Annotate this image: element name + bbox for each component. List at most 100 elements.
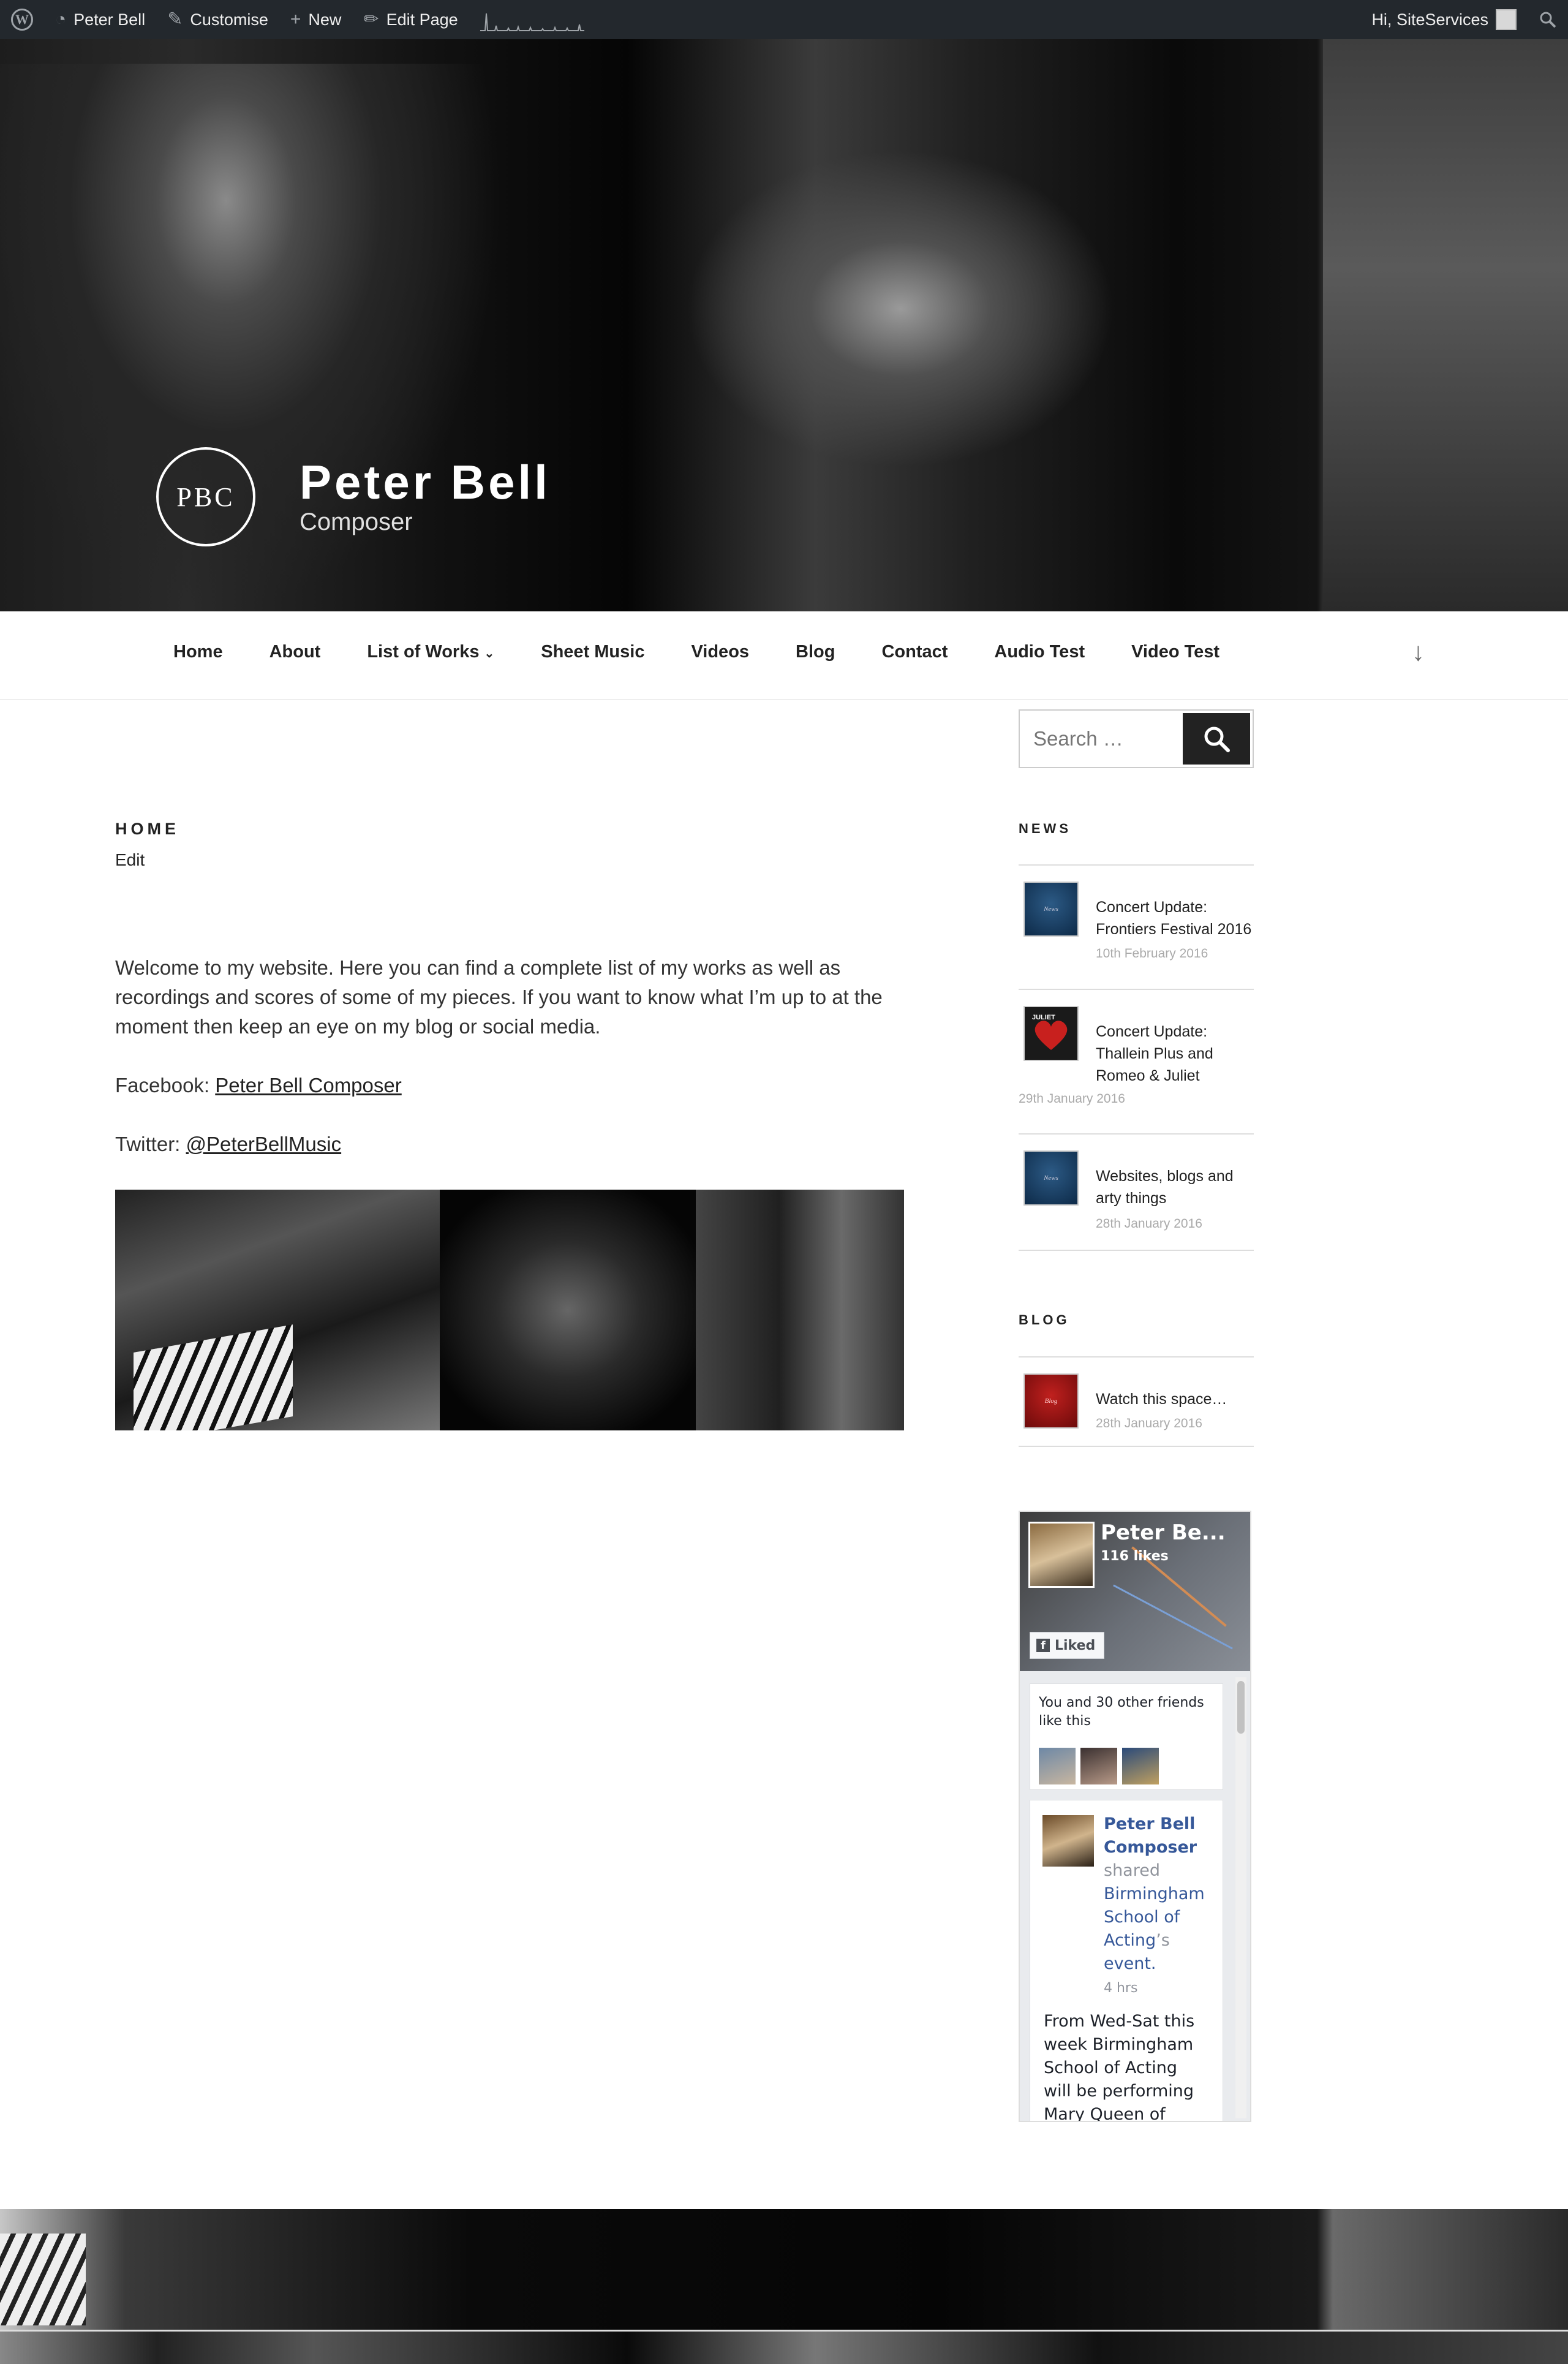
facebook-scrollbar[interactable]: [1235, 1677, 1246, 2118]
site-title[interactable]: Peter Bell: [300, 458, 551, 506]
facebook-friends-text: You and 30 other friends like this: [1039, 1695, 1204, 1729]
nav-item-video-test[interactable]: Video Test: [1108, 642, 1243, 662]
friend-avatar[interactable]: [1039, 1748, 1076, 1784]
gallery-photo-piano[interactable]: [115, 1190, 440, 1430]
facebook-liked-label: Liked: [1055, 1637, 1096, 1653]
friend-avatar[interactable]: [1080, 1748, 1117, 1784]
avatar: [1496, 9, 1517, 30]
blog-thumbnail[interactable]: Blog: [1023, 1373, 1079, 1429]
admin-search[interactable]: [1528, 0, 1568, 39]
news-item-title[interactable]: Concert Update: Thallein Plus and Romeo …: [1096, 1021, 1253, 1087]
wordpress-logo-icon: W: [11, 9, 33, 31]
facebook-liked-button[interactable]: f Liked: [1030, 1632, 1105, 1659]
twitter-label: Twitter:: [115, 1133, 181, 1155]
stats-sparkline-icon: [480, 13, 584, 31]
nav-item-audio-test[interactable]: Audio Test: [971, 642, 1108, 662]
gallery-photo-conductor[interactable]: [696, 1190, 904, 1430]
plus-icon: +: [290, 9, 301, 29]
admin-edit-page[interactable]: ✏ Edit Page: [352, 0, 469, 39]
nav-item-videos[interactable]: Videos: [668, 642, 772, 662]
blog-item-date: 28th January 2016: [1096, 1416, 1202, 1430]
photo-gallery: [115, 1190, 904, 1430]
search-icon: [1204, 727, 1230, 752]
facebook-post-suffix: ’s: [1156, 1931, 1170, 1950]
admin-new[interactable]: + New: [279, 0, 353, 39]
admin-stats[interactable]: [469, 0, 595, 39]
facebook-link[interactable]: Peter Bell Composer: [215, 1074, 401, 1097]
scroll-down-arrow-icon[interactable]: ↓: [1412, 637, 1425, 667]
main-navigation: Home About List of Works ⌄ Sheet Music Vi…: [0, 611, 1568, 700]
news-item-title[interactable]: Concert Update: Frontiers Festival 2016: [1096, 896, 1253, 940]
page-title: HOME: [115, 820, 179, 838]
facebook-post-header: Peter Bell Composer shared Birmingham Sc…: [1104, 1813, 1214, 2000]
facebook-friends-card: You and 30 other friends like this: [1030, 1683, 1223, 1790]
news-item[interactable]: News Websites, blogs and arty things 28t…: [1019, 1133, 1254, 1250]
scrollbar-thumb[interactable]: [1237, 1681, 1245, 1734]
facebook-post-shared: shared: [1104, 1861, 1160, 1880]
facebook-cover-photo[interactable]: Peter Be... 116 likes f Liked: [1020, 1512, 1250, 1671]
blog-item-title[interactable]: Watch this space…: [1096, 1388, 1253, 1410]
search-input[interactable]: [1020, 711, 1206, 767]
facebook-post-target[interactable]: Birmingham School of Acting: [1104, 1884, 1205, 1950]
blog-item[interactable]: Blog Watch this space… 28th January 2016: [1019, 1356, 1254, 1447]
facebook-post-avatar[interactable]: [1042, 1815, 1094, 1867]
search-form: [1019, 709, 1254, 768]
piano-keys: [134, 1324, 293, 1430]
admin-greeting: Hi, SiteServices: [1371, 10, 1488, 29]
admin-customise[interactable]: ✎ Customise: [156, 0, 279, 39]
facebook-post-time[interactable]: 4 hrs: [1104, 1981, 1137, 1996]
admin-account[interactable]: Hi, SiteServices: [1360, 0, 1528, 39]
nav-item-sheet-music[interactable]: Sheet Music: [518, 642, 668, 662]
facebook-likes-count: 116 likes: [1101, 1549, 1169, 1564]
gallery-photo-stage[interactable]: [440, 1190, 696, 1430]
site-logo[interactable]: PBC: [156, 447, 255, 546]
facebook-f-icon: f: [1036, 1639, 1050, 1652]
admin-edit-page-label: Edit Page: [386, 10, 458, 29]
nav-item-blog[interactable]: Blog: [772, 642, 858, 662]
news-item-date: 29th January 2016: [1019, 1092, 1125, 1106]
facebook-post-event[interactable]: event.: [1104, 1954, 1156, 1973]
news-thumbnail[interactable]: News: [1023, 882, 1079, 937]
wordpress-menu[interactable]: W: [0, 0, 44, 39]
facebook-page-name[interactable]: Peter Be...: [1101, 1520, 1248, 1545]
intro-paragraph: Welcome to my website. Here you can find…: [115, 956, 883, 1038]
news-item[interactable]: JULIET Concert Update: Thallein Plus and…: [1019, 989, 1254, 1127]
hero-stage-light: [686, 149, 1115, 468]
site-description: Composer: [300, 508, 413, 535]
facebook-label: Facebook:: [115, 1074, 210, 1097]
facebook-profile-picture[interactable]: [1028, 1522, 1095, 1588]
blog-widget-title: BLOG: [1019, 1312, 1070, 1327]
nav-item-list-of-works[interactable]: List of Works ⌄: [344, 642, 518, 662]
footer-piano-keys: [0, 2234, 86, 2325]
twitter-link[interactable]: @PeterBellMusic: [186, 1133, 342, 1155]
facebook-page-widget: Peter Be... 116 likes f Liked You and 30…: [1019, 1511, 1251, 2122]
nav-item-about[interactable]: About: [246, 642, 344, 662]
news-thumbnail[interactable]: JULIET: [1023, 1006, 1079, 1061]
friend-avatar[interactable]: [1122, 1748, 1159, 1784]
search-submit-button[interactable]: [1183, 713, 1250, 765]
hero-right-panel: [1323, 39, 1568, 611]
dashboard-icon: ◔: [55, 9, 67, 29]
nav-item-home[interactable]: Home: [150, 642, 246, 662]
nav-item-contact[interactable]: Contact: [858, 642, 971, 662]
facebook-line: Facebook: Peter Bell Composer: [115, 1071, 924, 1100]
facebook-post-card: Peter Bell Composer shared Birmingham Sc…: [1030, 1800, 1223, 2121]
admin-site-name[interactable]: ◔ Peter Bell: [44, 0, 156, 39]
twitter-line: Twitter: @PeterBellMusic: [115, 1130, 924, 1159]
site-branding: PBC Peter Bell Composer: [156, 447, 551, 546]
news-item[interactable]: News Concert Update: Frontiers Festival …: [1019, 864, 1254, 983]
admin-site-name-label: Peter Bell: [74, 10, 146, 29]
paintbrush-icon: ✎: [167, 9, 183, 29]
header-image: PBC Peter Bell Composer: [0, 39, 1568, 611]
facebook-post-author[interactable]: Peter Bell Composer: [1104, 1815, 1197, 1857]
footer-photo-strip: [0, 2330, 1568, 2364]
news-item-title[interactable]: Websites, blogs and arty things: [1096, 1165, 1253, 1209]
search-icon: [1540, 12, 1556, 28]
admin-customise-label: Customise: [190, 10, 268, 29]
heart-icon: JULIET: [1032, 1014, 1068, 1050]
news-widget-title: NEWS: [1019, 821, 1071, 836]
news-thumbnail[interactable]: News: [1023, 1150, 1079, 1206]
edit-link[interactable]: Edit: [115, 850, 145, 870]
admin-bar: W ◔ Peter Bell ✎ Customise + New ✏ Edit …: [0, 0, 1568, 39]
footer-image: [0, 2209, 1568, 2364]
